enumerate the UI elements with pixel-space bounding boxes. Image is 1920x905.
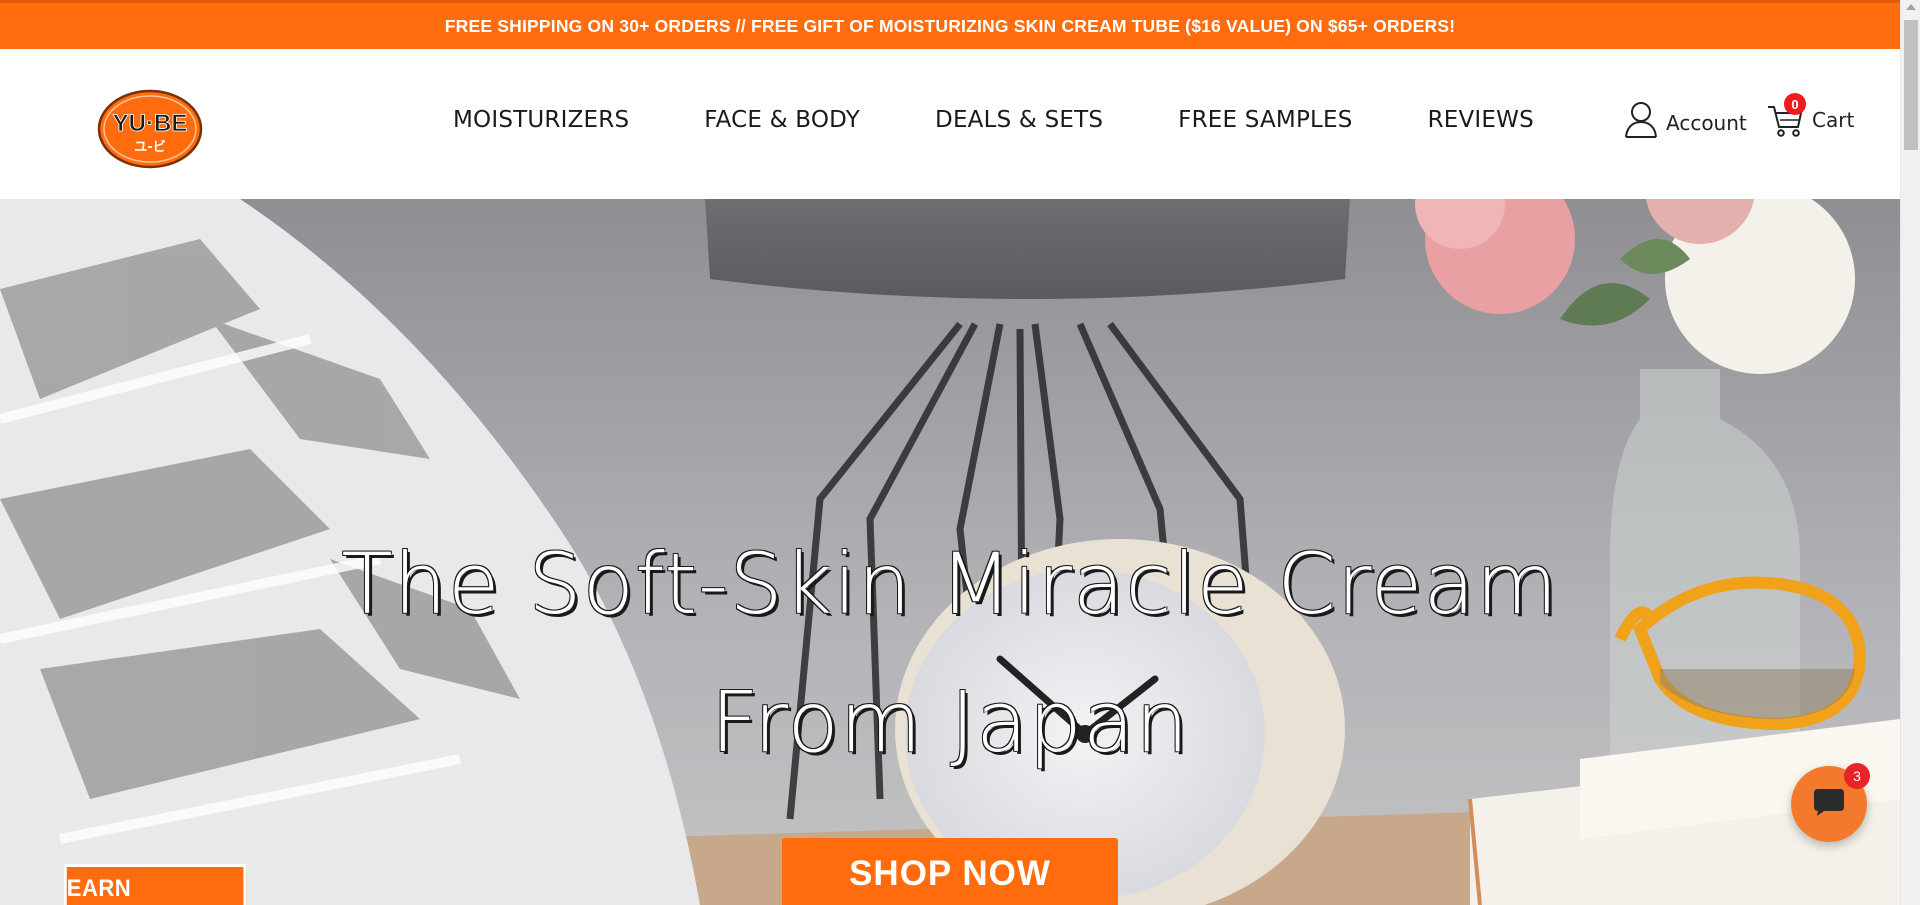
nav-item-free-samples[interactable]: FREE SAMPLES <box>1178 107 1352 133</box>
scroll-up-arrow-icon[interactable] <box>1906 4 1916 10</box>
cart-icon <box>1766 106 1804 143</box>
svg-text:YU·BE: YU·BE <box>113 110 188 137</box>
cart-count-badge: 0 <box>1784 93 1806 115</box>
nav-item-face-body[interactable]: FACE & BODY <box>704 107 860 133</box>
nav-item-deals-sets[interactable]: DEALS & SETS <box>935 107 1103 133</box>
earn-rewards-button[interactable]: EARN REWARDS <box>64 864 247 905</box>
hero-headline-line1: The Soft-Skin Miracle Cream <box>341 535 1559 633</box>
chat-notification-badge: 3 <box>1844 763 1870 789</box>
brand-logo[interactable]: YU·BE ユ-ビ <box>97 89 203 169</box>
announcement-text: FREE SHIPPING ON 30+ ORDERS // FREE GIFT… <box>444 15 1456 36</box>
account-link[interactable]: Account <box>1624 101 1747 144</box>
main-nav: MOISTURIZERS FACE & BODY DEALS & SETS FR… <box>453 107 1609 133</box>
page: FREE SHIPPING ON 30+ ORDERS // FREE GIFT… <box>0 0 1900 905</box>
account-label: Account <box>1666 110 1747 135</box>
user-icon <box>1624 101 1658 144</box>
cart-label: Cart <box>1812 108 1855 132</box>
announcement-bar: FREE SHIPPING ON 30+ ORDERS // FREE GIFT… <box>0 0 1900 49</box>
svg-text:ユ-ビ: ユ-ビ <box>134 139 165 155</box>
hero-banner: The Soft-Skin Miracle Cream From Japan <box>0 199 1900 905</box>
cart-link[interactable]: 0 Cart <box>1766 93 1855 139</box>
page-scrollbar[interactable] <box>1900 0 1920 905</box>
shop-now-button[interactable]: SHOP NOW <box>782 838 1118 905</box>
site-header: YU·BE ユ-ビ MOISTURIZERS FACE & BODY DEALS… <box>0 49 1900 199</box>
nav-item-moisturizers[interactable]: MOISTURIZERS <box>453 107 629 133</box>
cart-icon-wrap: 0 <box>1766 93 1806 139</box>
nav-item-reviews[interactable]: REVIEWS <box>1428 107 1534 133</box>
hero-headline-line2: From Japan <box>710 673 1190 771</box>
chat-icon <box>1812 786 1846 823</box>
scroll-thumb[interactable] <box>1904 20 1918 150</box>
